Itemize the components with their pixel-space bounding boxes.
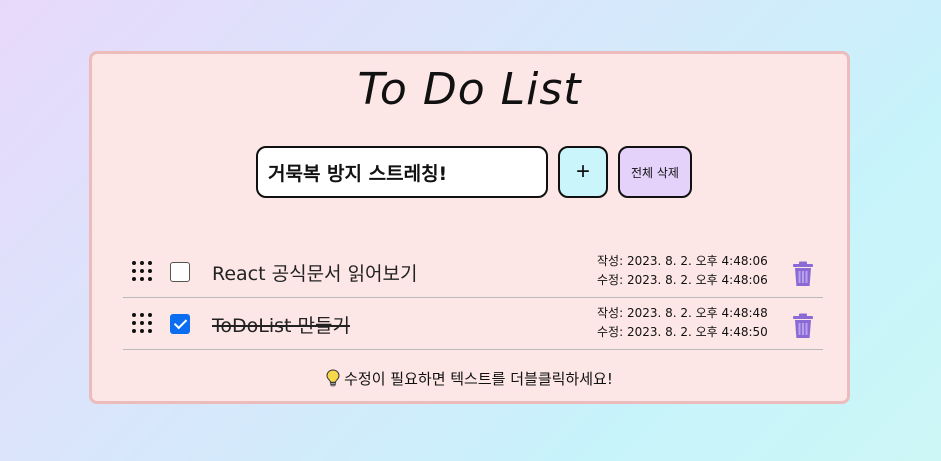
trash-icon[interactable] [793,261,813,286]
created-date: 작성: 2023. 8. 2. 오후 4:48:06 [597,254,768,268]
todo-item: ToDoList 만들기 작성: 2023. 8. 2. 오후 4:48:48 … [123,298,823,350]
drag-handle-icon[interactable] [132,313,154,335]
clear-all-button[interactable]: 전체 삭제 [618,146,692,198]
add-button[interactable]: + [558,146,608,198]
modified-date: 수정: 2023. 8. 2. 오후 4:48:50 [597,325,768,339]
modified-date: 수정: 2023. 8. 2. 오후 4:48:06 [597,273,768,287]
trash-icon[interactable] [793,313,813,338]
todo-item: React 공식문서 읽어보기 작성: 2023. 8. 2. 오후 4:48:… [123,246,823,298]
todo-card: To Do List + 전체 삭제 React 공식문서 읽어보기 작성: 2… [89,51,850,404]
todo-dates: 작성: 2023. 8. 2. 오후 4:48:06 수정: 2023. 8. … [597,252,768,290]
lightbulb-icon [326,369,340,387]
todo-dates: 작성: 2023. 8. 2. 오후 4:48:48 수정: 2023. 8. … [597,304,768,342]
created-date: 작성: 2023. 8. 2. 오후 4:48:48 [597,306,768,320]
hint-text: 수정이 필요하면 텍스트를 더블클릭하세요! [344,370,613,388]
hint-text-container: 수정이 필요하면 텍스트를 더블클릭하세요! [92,368,847,389]
todo-checkbox[interactable] [170,262,190,282]
drag-handle-icon[interactable] [132,261,154,283]
todo-checkbox[interactable] [170,314,190,334]
app-title: To Do List [357,64,582,115]
todo-list: React 공식문서 읽어보기 작성: 2023. 8. 2. 오후 4:48:… [123,246,823,350]
todo-input[interactable] [256,146,548,198]
todo-text[interactable]: ToDoList 만들기 [212,311,350,338]
todo-text[interactable]: React 공식문서 읽어보기 [212,259,418,286]
